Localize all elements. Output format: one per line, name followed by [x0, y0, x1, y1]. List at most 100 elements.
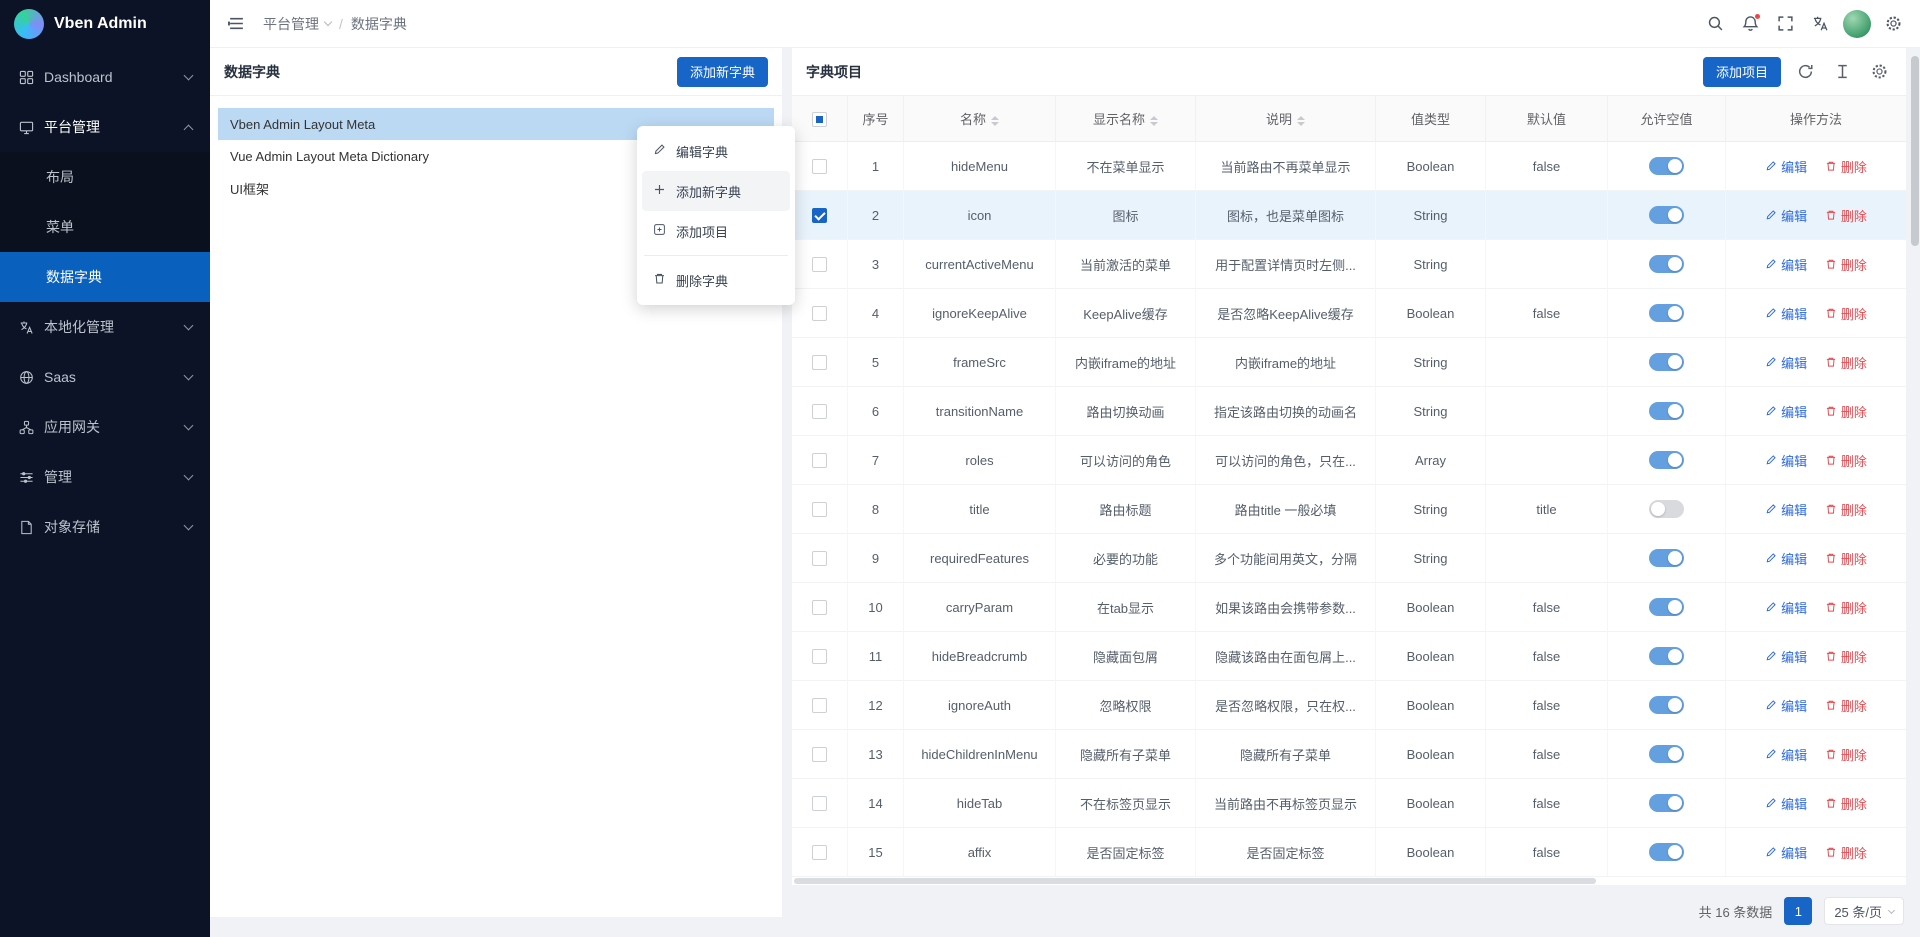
- delete-link[interactable]: 删除: [1825, 696, 1867, 715]
- nullable-toggle[interactable]: [1649, 304, 1684, 322]
- horizontal-scrollbar-thumb[interactable]: [794, 878, 1596, 884]
- user-avatar[interactable]: [1843, 10, 1871, 38]
- delete-link[interactable]: 删除: [1825, 402, 1867, 421]
- row-checkbox[interactable]: [812, 355, 827, 370]
- delete-link[interactable]: 删除: [1825, 304, 1867, 323]
- row-checkbox[interactable]: [812, 600, 827, 615]
- sidebar-item[interactable]: 对象存储: [0, 502, 210, 552]
- edit-link[interactable]: 编辑: [1765, 843, 1807, 862]
- nullable-toggle[interactable]: [1649, 843, 1684, 861]
- edit-link[interactable]: 编辑: [1765, 451, 1807, 470]
- edit-link[interactable]: 编辑: [1765, 500, 1807, 519]
- delete-link[interactable]: 删除: [1825, 843, 1867, 862]
- row-checkbox[interactable]: [812, 796, 827, 811]
- context-menu-item[interactable]: 编辑字典: [642, 131, 790, 171]
- edit-link[interactable]: 编辑: [1765, 353, 1807, 372]
- delete-link[interactable]: 删除: [1825, 500, 1867, 519]
- row-checkbox[interactable]: [812, 208, 827, 223]
- nullable-toggle[interactable]: [1649, 500, 1684, 518]
- sidebar-subitem[interactable]: 菜单: [0, 202, 210, 252]
- search-icon[interactable]: [1703, 11, 1728, 36]
- context-menu-item[interactable]: 添加新字典: [642, 171, 790, 211]
- nullable-toggle[interactable]: [1649, 794, 1684, 812]
- sidebar-item[interactable]: 本地化管理: [0, 302, 210, 352]
- delete-link[interactable]: 删除: [1825, 157, 1867, 176]
- breadcrumb-item-platform[interactable]: 平台管理: [263, 14, 331, 34]
- sidebar-item[interactable]: Saas: [0, 352, 210, 402]
- context-menu-item[interactable]: 添加项目: [642, 211, 790, 251]
- refresh-icon[interactable]: [1793, 59, 1818, 84]
- sidebar-item[interactable]: 应用网关: [0, 402, 210, 452]
- sidebar-item[interactable]: 平台管理: [0, 102, 210, 152]
- delete-link[interactable]: 删除: [1825, 255, 1867, 274]
- column-header[interactable]: 显示名称: [1056, 96, 1196, 142]
- select-all-checkbox[interactable]: [812, 112, 827, 127]
- edit-link[interactable]: 编辑: [1765, 549, 1807, 568]
- edit-link[interactable]: 编辑: [1765, 598, 1807, 617]
- row-checkbox[interactable]: [812, 159, 827, 174]
- nullable-toggle[interactable]: [1649, 157, 1684, 175]
- menu-fold-icon[interactable]: [224, 11, 249, 36]
- nullable-toggle[interactable]: [1649, 598, 1684, 616]
- sidebar-item[interactable]: 管理: [0, 452, 210, 502]
- column-header[interactable]: 说明: [1196, 96, 1376, 142]
- nullable-toggle[interactable]: [1649, 402, 1684, 420]
- nullable-toggle[interactable]: [1649, 647, 1684, 665]
- table-settings-gear-icon[interactable]: [1867, 59, 1892, 84]
- nullable-toggle[interactable]: [1649, 451, 1684, 469]
- breadcrumb-item-current[interactable]: 数据字典: [351, 14, 407, 34]
- delete-link[interactable]: 删除: [1825, 745, 1867, 764]
- sort-icon[interactable]: [991, 116, 999, 126]
- sidebar-item[interactable]: Dashboard: [0, 52, 210, 102]
- column-header[interactable]: 名称: [904, 96, 1056, 142]
- vertical-scrollbar[interactable]: [1911, 56, 1919, 246]
- row-checkbox[interactable]: [812, 551, 827, 566]
- nullable-toggle[interactable]: [1649, 745, 1684, 763]
- delete-link[interactable]: 删除: [1825, 353, 1867, 372]
- row-checkbox[interactable]: [812, 747, 827, 762]
- column-height-icon[interactable]: [1830, 59, 1855, 84]
- row-checkbox[interactable]: [812, 257, 827, 272]
- edit-link[interactable]: 编辑: [1765, 304, 1807, 323]
- row-checkbox[interactable]: [812, 453, 827, 468]
- page-size-select[interactable]: 25 条/页: [1824, 897, 1904, 925]
- row-checkbox[interactable]: [812, 404, 827, 419]
- row-checkbox[interactable]: [812, 306, 827, 321]
- edit-link[interactable]: 编辑: [1765, 647, 1807, 666]
- edit-link[interactable]: 编辑: [1765, 794, 1807, 813]
- add-item-button[interactable]: 添加项目: [1703, 57, 1781, 87]
- app-logo[interactable]: Vben Admin: [0, 0, 210, 48]
- add-dictionary-button[interactable]: 添加新字典: [677, 57, 768, 87]
- page-1-button[interactable]: 1: [1784, 897, 1812, 925]
- settings-gear-icon[interactable]: [1881, 11, 1906, 36]
- sort-icon[interactable]: [1297, 116, 1305, 126]
- edit-link[interactable]: 编辑: [1765, 402, 1807, 421]
- delete-link[interactable]: 删除: [1825, 647, 1867, 666]
- nullable-toggle[interactable]: [1649, 255, 1684, 273]
- delete-link[interactable]: 删除: [1825, 794, 1867, 813]
- nullable-toggle[interactable]: [1649, 353, 1684, 371]
- row-checkbox[interactable]: [812, 845, 827, 860]
- context-menu-item[interactable]: 删除字典: [642, 260, 790, 300]
- fullscreen-icon[interactable]: [1773, 11, 1798, 36]
- translate-icon[interactable]: [1808, 11, 1833, 36]
- nullable-toggle[interactable]: [1649, 206, 1684, 224]
- sidebar-subitem[interactable]: 数据字典: [0, 252, 210, 302]
- edit-link[interactable]: 编辑: [1765, 696, 1807, 715]
- edit-link[interactable]: 编辑: [1765, 255, 1807, 274]
- delete-link[interactable]: 删除: [1825, 598, 1867, 617]
- delete-link[interactable]: 删除: [1825, 549, 1867, 568]
- sort-icon[interactable]: [1150, 116, 1158, 126]
- edit-link[interactable]: 编辑: [1765, 206, 1807, 225]
- edit-link[interactable]: 编辑: [1765, 157, 1807, 176]
- sidebar-subitem[interactable]: 布局: [0, 152, 210, 202]
- edit-link[interactable]: 编辑: [1765, 745, 1807, 764]
- nullable-toggle[interactable]: [1649, 549, 1684, 567]
- row-checkbox[interactable]: [812, 502, 827, 517]
- delete-link[interactable]: 删除: [1825, 206, 1867, 225]
- row-checkbox[interactable]: [812, 698, 827, 713]
- notification-bell-icon[interactable]: [1738, 11, 1763, 36]
- nullable-toggle[interactable]: [1649, 696, 1684, 714]
- row-checkbox[interactable]: [812, 649, 827, 664]
- delete-link[interactable]: 删除: [1825, 451, 1867, 470]
